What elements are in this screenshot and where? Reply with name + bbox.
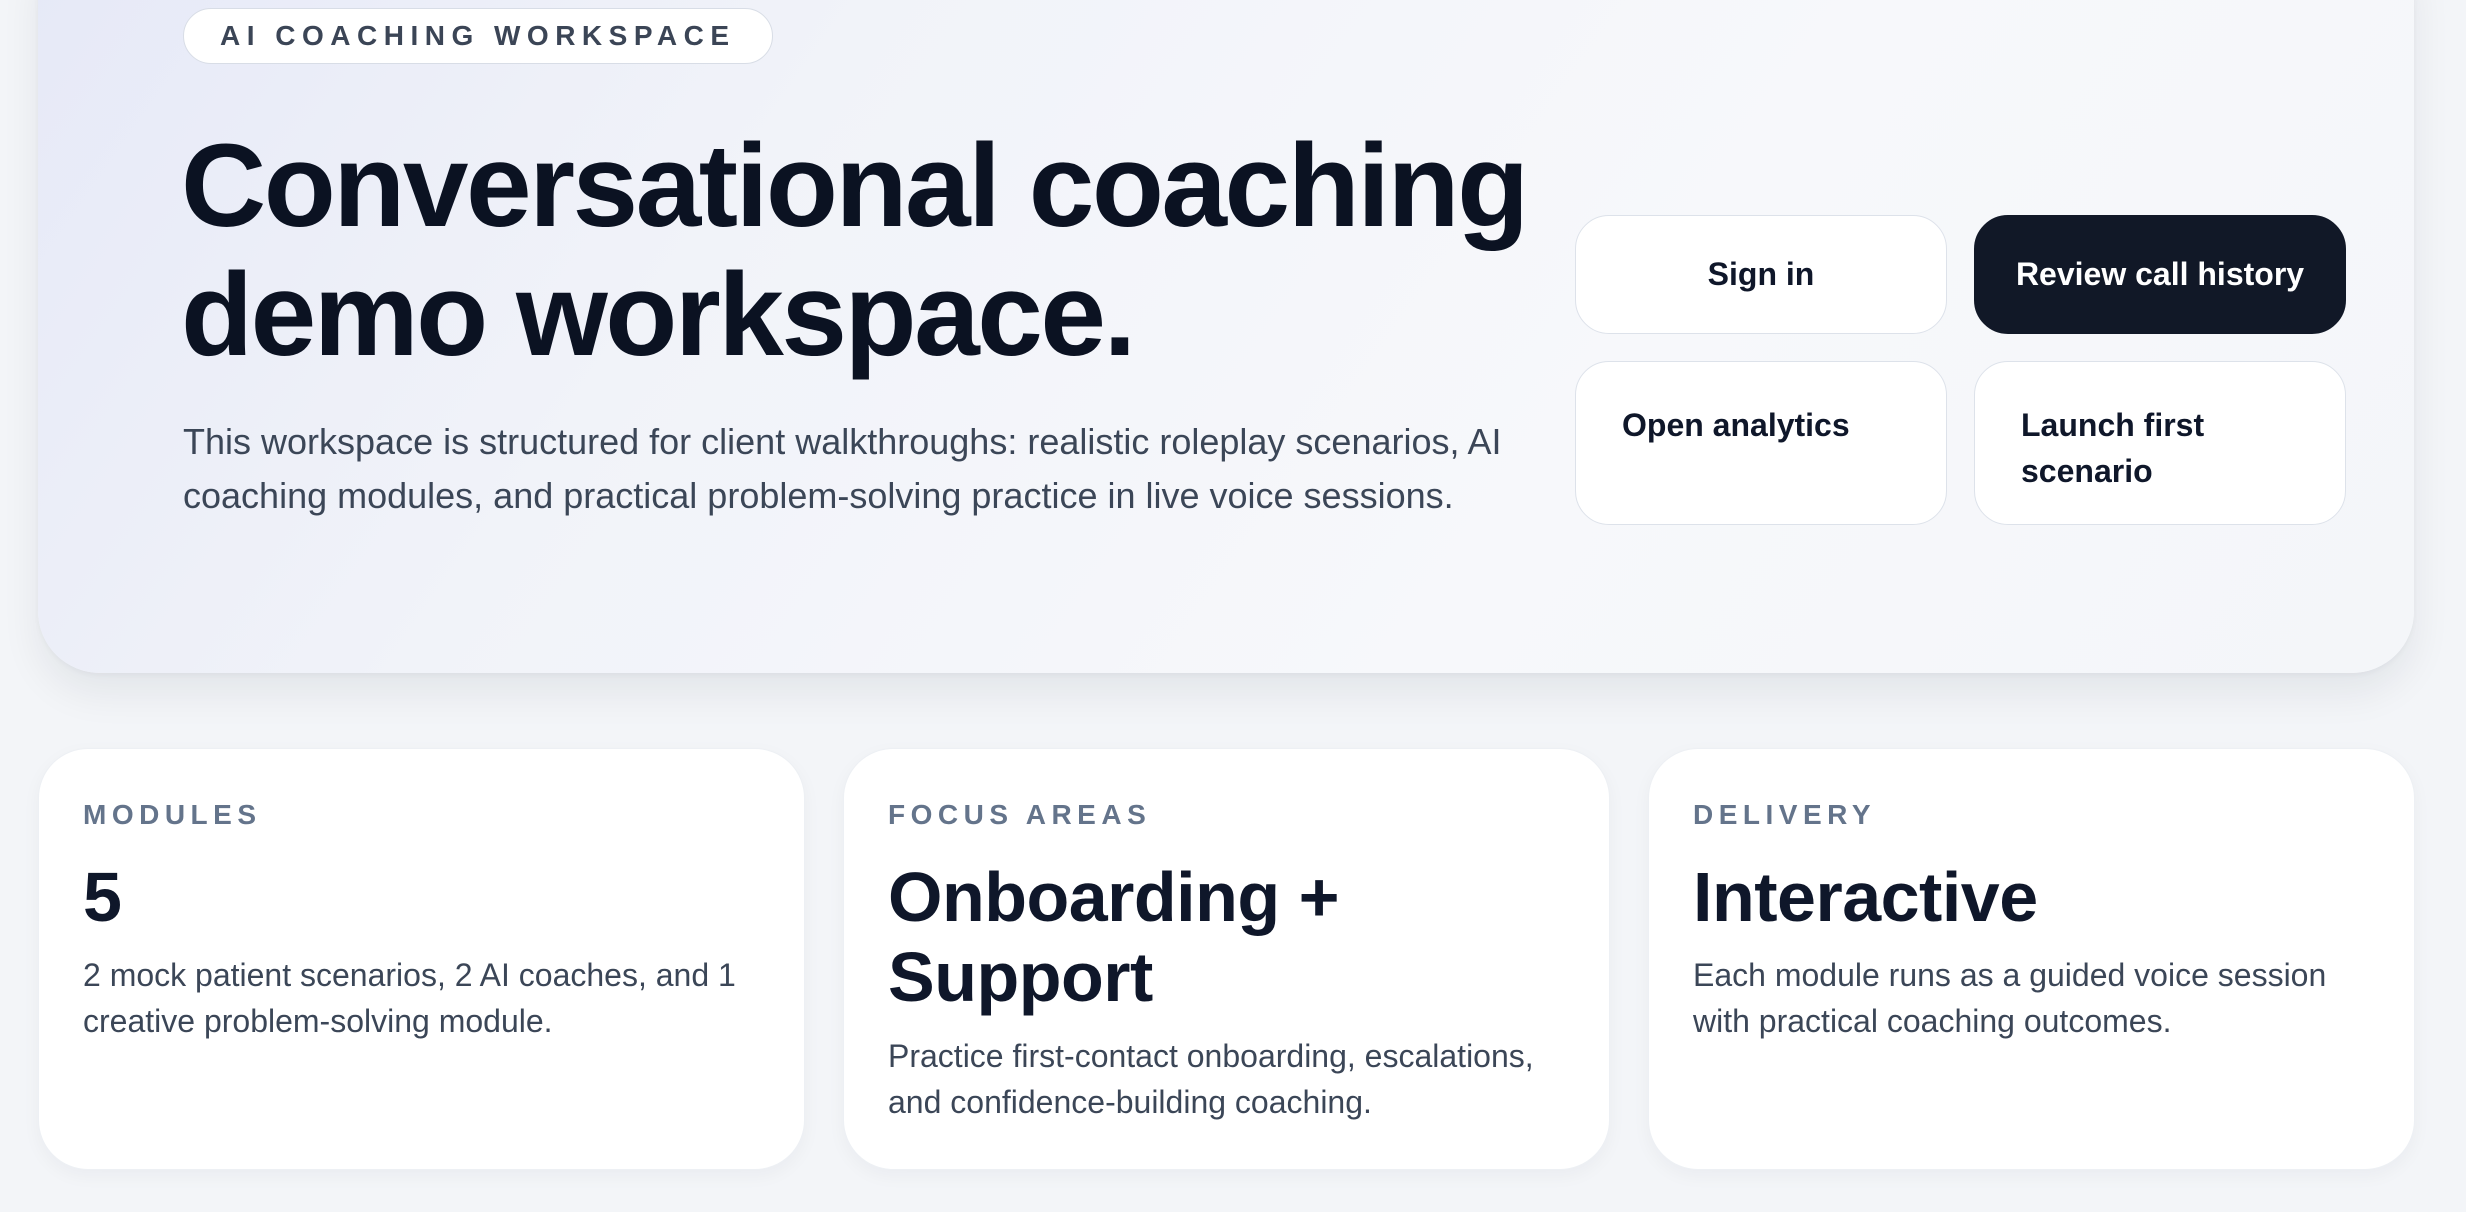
stat-card-label: DELIVERY xyxy=(1693,799,1876,830)
workspace-badge: AI COACHING WORKSPACE xyxy=(183,8,773,64)
hero-panel: AI COACHING WORKSPACE Conversational coa… xyxy=(38,0,2414,673)
review-call-history-button[interactable]: Review call history xyxy=(1974,215,2346,334)
page-title: Conversational coaching demo workspace. xyxy=(181,120,1529,381)
stat-card-label: FOCUS AREAS xyxy=(888,799,1152,830)
stat-card-value: Onboarding + Support xyxy=(888,858,1339,1016)
stat-card-focus-areas: FOCUS AREAS Onboarding + Support Practic… xyxy=(843,748,1610,1170)
sign-in-button[interactable]: Sign in xyxy=(1575,215,1947,334)
hero-description: This workspace is structured for client … xyxy=(183,421,1502,516)
stat-card-label: MODULES xyxy=(83,799,262,830)
stat-card-description: 2 mock patient scenarios, 2 AI coaches, … xyxy=(83,957,736,1039)
stat-card-delivery: DELIVERY Interactive Each module runs as… xyxy=(1648,748,2415,1170)
launch-first-scenario-button[interactable]: Launch first scenario xyxy=(1974,361,2346,525)
stat-card-description: Each module runs as a guided voice sessi… xyxy=(1693,957,2327,1039)
stat-card-modules: MODULES 5 2 mock patient scenarios, 2 AI… xyxy=(38,748,805,1170)
stat-card-value: 5 xyxy=(83,858,122,936)
stat-card-description: Practice first-contact onboarding, escal… xyxy=(888,1038,1534,1120)
stat-card-value: Interactive xyxy=(1693,858,2038,936)
open-analytics-button[interactable]: Open analytics xyxy=(1575,361,1947,525)
